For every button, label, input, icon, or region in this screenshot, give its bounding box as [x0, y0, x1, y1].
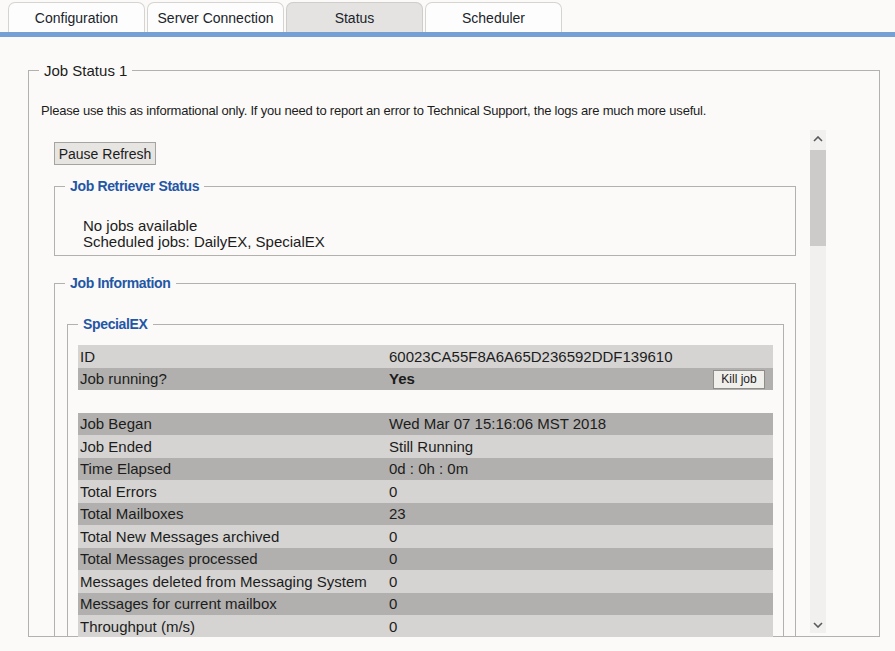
- row-value: Still Running: [389, 438, 773, 455]
- row-label: Total Messages processed: [78, 550, 389, 567]
- table-row: Total Mailboxes23: [78, 503, 773, 526]
- retriever-line-1: No jobs available: [83, 217, 197, 234]
- retriever-line-2: Scheduled jobs: DailyEX, SpecialEX: [83, 233, 325, 250]
- row-value: 0: [389, 618, 773, 635]
- job-information-groupbox: Job Information SpecialEX ID60023CA55F8A…: [54, 283, 796, 637]
- row-label: Job Began: [78, 415, 389, 432]
- table-row: Messages for current mailbox0: [78, 593, 773, 616]
- scrollbar-up-icon[interactable]: [810, 130, 826, 147]
- row-label: Total Errors: [78, 483, 389, 500]
- row-label: Total Mailboxes: [78, 505, 389, 522]
- row-value: Wed Mar 07 15:16:06 MST 2018: [389, 415, 773, 432]
- job-status-legend: Job Status 1: [39, 62, 132, 79]
- row-value: 0: [389, 550, 773, 567]
- row-value: 0d : 0h : 0m: [389, 460, 773, 477]
- table-row-gap: [78, 390, 773, 413]
- table-row: Throughput (m/s)0: [78, 615, 773, 637]
- pause-refresh-button[interactable]: Pause Refresh: [54, 142, 156, 165]
- scrollbar-thumb[interactable]: [810, 150, 826, 246]
- table-row: Total Errors0: [78, 480, 773, 503]
- table-row: Total New Messages archived0: [78, 525, 773, 548]
- row-value: 0: [389, 595, 773, 612]
- job-retriever-status-legend: Job Retriever Status: [65, 178, 204, 195]
- row-label: ID: [78, 348, 389, 365]
- specialex-groupbox: SpecialEX ID60023CA55F8A6A65D236592DDF13…: [67, 324, 784, 637]
- row-label: Messages for current mailbox: [78, 595, 389, 612]
- job-information-legend: Job Information: [65, 275, 176, 292]
- tab-bar: ConfigurationServer ConnectionStatusSche…: [8, 2, 562, 32]
- info-text: Please use this as informational only. I…: [41, 103, 706, 118]
- row-label: Throughput (m/s): [78, 618, 389, 635]
- row-value: 0: [389, 483, 773, 500]
- row-label: Job running?: [78, 370, 389, 387]
- row-label: Messages deleted from Messaging System: [78, 573, 389, 590]
- row-label: Total New Messages archived: [78, 528, 389, 545]
- vertical-scrollbar[interactable]: [810, 130, 826, 633]
- job-detail-table: ID60023CA55F8A6A65D236592DDF139610Job ru…: [78, 345, 773, 637]
- row-value: 60023CA55F8A6A65D236592DDF139610: [389, 348, 773, 365]
- scrollbar-down-icon[interactable]: [810, 616, 826, 633]
- tab-status[interactable]: Status: [286, 2, 423, 32]
- tab-scheduler[interactable]: Scheduler: [425, 2, 562, 32]
- row-value: 23: [389, 505, 773, 522]
- specialex-legend: SpecialEX: [78, 316, 153, 333]
- row-value: 0: [389, 528, 773, 545]
- row-label: Job Ended: [78, 438, 389, 455]
- kill-job-button[interactable]: Kill job: [713, 370, 765, 389]
- table-row: ID60023CA55F8A6A65D236592DDF139610: [78, 345, 773, 368]
- tab-server-connection[interactable]: Server Connection: [147, 2, 284, 32]
- job-status-groupbox: Job Status 1 Please use this as informat…: [28, 70, 880, 637]
- tab-underline-bar: [0, 32, 895, 37]
- status-scrollpane: Pause Refresh Job Retriever Status No jo…: [50, 130, 826, 637]
- table-row: Total Messages processed0: [78, 548, 773, 571]
- table-row: Job BeganWed Mar 07 15:16:06 MST 2018: [78, 413, 773, 436]
- tab-configuration[interactable]: Configuration: [8, 2, 145, 32]
- row-value: 0: [389, 573, 773, 590]
- table-row: Messages deleted from Messaging System0: [78, 570, 773, 593]
- table-row: Job running?YesKill job: [78, 368, 773, 391]
- row-label: Time Elapsed: [78, 460, 389, 477]
- table-row: Time Elapsed0d : 0h : 0m: [78, 458, 773, 481]
- table-row: Job EndedStill Running: [78, 435, 773, 458]
- job-retriever-status-groupbox: Job Retriever Status No jobs available S…: [54, 186, 796, 256]
